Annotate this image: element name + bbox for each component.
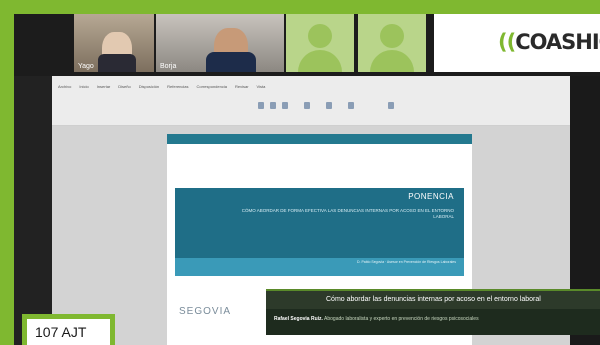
underline-icon[interactable] [282,102,288,109]
bold-icon[interactable] [258,102,264,109]
speaker-role: Abogado laboralista y experto en prevenc… [324,316,479,322]
ribbon-tab[interactable]: Archivo [58,84,71,90]
picture-icon[interactable] [348,102,354,109]
italic-icon[interactable] [270,102,276,109]
document-author: D. Pablo Segovia · Asesor en Prevención … [356,260,456,264]
ribbon-tab[interactable]: Diseño [118,84,130,90]
ribbon-tab[interactable]: Insertar [97,84,111,90]
participant-strip: Yago Borja ((COASHIQ))® [14,14,600,76]
ribbon-tab[interactable]: Vista [257,84,266,90]
participant-tile[interactable]: Yago [74,14,154,72]
footer-brand: SEGOVIA [179,306,232,317]
video-frame: Yago Borja ((COASHIQ))® Archivo Inicio [0,0,600,345]
participant-name: Yago [78,63,94,70]
ribbon-tab[interactable]: Correspondencia [197,84,227,90]
ribbon-tabs: Archivo Inicio Insertar Diseño Disposici… [58,84,265,90]
word-ribbon: Archivo Inicio Insertar Diseño Disposici… [52,76,570,126]
caption-title-bar: Cómo abordar las denuncias internas por … [266,289,600,309]
ribbon-tab[interactable]: Inicio [79,84,88,90]
participant-video [98,32,136,72]
ribbon-tab[interactable]: Disposición [139,84,159,90]
styles-icon[interactable] [388,102,394,109]
brand-logo: ((COASHIQ))® [498,30,600,54]
video-screen: Yago Borja ((COASHIQ))® Archivo Inicio [14,14,600,345]
document-heading: PONENCIA [408,192,454,201]
author-band: D. Pablo Segovia · Asesor en Prevención … [175,258,464,276]
document-subtitle: CÓMO ABORDAR DE FORMA EFECTIVA LAS DENUN… [241,208,454,219]
participant-tile[interactable] [358,14,426,72]
ribbon-tab[interactable]: Referencias [167,84,188,90]
speaker-name: Rafael Segovia Ruiz. [274,316,323,322]
participant-tile[interactable]: Borja [156,14,284,72]
caption-speaker: Rafael Segovia Ruiz. Abogado laboralista… [274,316,479,322]
lower-third-caption: Cómo abordar las denuncias internas por … [266,289,600,335]
page-header-bar [167,134,472,144]
participant-tile[interactable] [286,14,354,72]
participant-video [206,28,256,72]
brand-logo-tile: ((COASHIQ))® [434,14,600,72]
table-icon[interactable] [326,102,332,109]
ribbon-tab[interactable]: Revisar [235,84,249,90]
user-avatar-icon [370,24,414,72]
user-avatar-icon [298,24,342,72]
caption-title: Cómo abordar las denuncias internas por … [326,296,541,303]
participant-name: Borja [160,63,177,70]
page-label: 107 AJT [35,324,87,340]
page-label-tag: 107 AJT [22,314,115,345]
title-box: PONENCIA CÓMO ABORDAR DE FORMA EFECTIVA … [175,188,464,258]
ribbon-toolbar [58,98,558,118]
align-icon[interactable] [304,102,310,109]
